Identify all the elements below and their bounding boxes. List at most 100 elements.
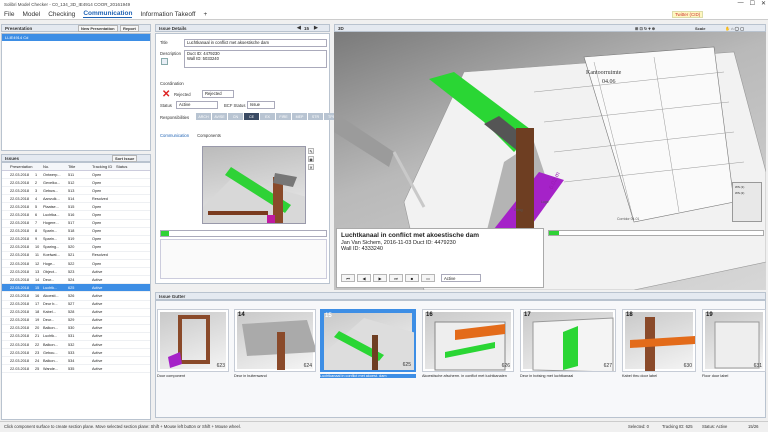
table-row[interactable]: 22.03.2018 16 Akoesti... 526 Active <box>2 292 150 301</box>
menu-model[interactable]: Model <box>22 11 40 18</box>
table-row[interactable]: 22.03.2018 21 Luchtk... 531 Active <box>2 333 150 341</box>
issue-title-input[interactable]: Luchtkanaal in conflict met akoestische … <box>184 39 327 47</box>
tab-components[interactable]: Components <box>197 133 221 138</box>
scale-label[interactable]: Scale <box>695 26 705 31</box>
new-presentation-button[interactable]: New Presentation <box>78 25 118 32</box>
minimize-button[interactable]: — <box>738 0 744 7</box>
gutter-item[interactable]: 19 631 <box>702 309 766 372</box>
table-row[interactable]: 22.03.2018 1 Ontwerp... 511 Open <box>2 171 150 180</box>
col-tracking[interactable]: Tracking ID <box>92 164 116 169</box>
table-row[interactable]: 22.03.2018 4 Aanvulk... 514 Resolved <box>2 195 150 204</box>
view3d-right-icons[interactable]: ✋ ⌂ ◯ ▢ <box>725 26 744 31</box>
description-input[interactable]: Duct ID: 4479230 Wall ID: 5033240 <box>184 50 327 68</box>
table-cell: Open <box>92 221 102 226</box>
table-row[interactable]: 22.03.2018 18 Kabel... 528 Active <box>2 309 150 317</box>
prev-icon[interactable]: ◀ <box>357 274 371 282</box>
gutter-thumbnail <box>434 321 506 371</box>
responsibility-chip[interactable]: EX <box>260 113 275 120</box>
title-bar: Solibri Model Checker - C0_134_3D_IE4914… <box>0 0 768 9</box>
table-cell: 517 <box>68 221 75 226</box>
next-issue-icon[interactable]: ▶ <box>314 25 318 31</box>
table-row[interactable]: 22.03.2018 5 Plaatse... 515 Open <box>2 203 150 212</box>
table-row[interactable]: 22.03.2018 22 Balkon... 532 Active <box>2 341 150 350</box>
gutter-item[interactable]: 14 624 <box>234 309 316 372</box>
table-row[interactable]: 22.03.2018 11 Koelwat... 521 Resolved <box>2 252 150 261</box>
table-row[interactable]: 22.03.2018 23 Gebou... 533 Active <box>2 349 150 358</box>
menu-information-takeoff[interactable]: Information Takeoff <box>140 11 195 18</box>
responsibility-chip[interactable]: CN <box>228 113 243 120</box>
table-row[interactable]: 22.03.2018 17 Deur b... 527 Active <box>2 301 150 309</box>
first-issue-icon[interactable]: ⏮ <box>341 274 355 282</box>
col-no[interactable]: No. <box>40 164 68 169</box>
view3d-toolbar-icons[interactable]: ⊞ ⊡ ↻ ⌖ ⊕ <box>635 26 655 31</box>
sort-issue-button[interactable]: Sort Issue <box>112 155 138 162</box>
menu-checking[interactable]: Checking <box>48 11 75 18</box>
status-select[interactable]: Active <box>176 101 218 109</box>
table-row[interactable]: 22.03.2018 13 Object... 523 Active <box>2 268 150 277</box>
menu-file[interactable]: File <box>4 11 14 18</box>
table-row[interactable]: 22.03.2018 8 Sparin... 518 Open <box>2 228 150 236</box>
picture-icon[interactable] <box>161 58 168 65</box>
gutter-item[interactable]: 15 625 <box>320 309 416 372</box>
gutter-item[interactable]: 17 627 <box>520 309 616 372</box>
tab-communication[interactable]: Communication <box>160 133 189 138</box>
col-title[interactable]: Title <box>68 164 92 169</box>
presentation-item[interactable]: LLIE4914 Cd <box>2 34 150 41</box>
screen-icon[interactable]: ▭ <box>421 274 435 282</box>
edit-icon[interactable]: ✎ <box>308 148 314 154</box>
menu-communication[interactable]: Communication <box>83 10 133 18</box>
table-row[interactable]: 22.03.2018 7 Hogere... 517 Open <box>2 220 150 228</box>
gutter-item-caption: Deur in buitenwand <box>234 374 267 378</box>
table-row[interactable]: 22.03.2018 25 Wande... 535 Active <box>2 365 150 374</box>
viewport-3d[interactable]: Kantoorruimte 04.06 6.02 m Loge Gang Cor… <box>334 32 766 290</box>
overlay-status-select[interactable]: Active <box>441 274 481 282</box>
responsibility-chip[interactable]: ARCH <box>196 113 211 120</box>
rejected-select[interactable]: Rejected <box>202 90 234 98</box>
table-row[interactable]: 22.03.2018 10 Sparing... 520 Open <box>2 244 150 252</box>
table-row[interactable]: 22.03.2018 6 Luchtka... 516 Open <box>2 211 150 220</box>
table-row[interactable]: 22.03.2018 19 Deur... 529 Active <box>2 317 150 325</box>
gutter-item-count: 625 <box>402 362 411 368</box>
issue-snapshot[interactable] <box>202 146 306 224</box>
table-cell: Gevelko... <box>43 180 61 185</box>
report-button[interactable]: Report <box>120 25 139 32</box>
maximize-button[interactable]: ☐ <box>750 0 755 7</box>
responsibility-chip[interactable]: MEP <box>292 113 307 120</box>
comment-input[interactable] <box>160 230 327 237</box>
play-icon[interactable]: ▶ <box>373 274 387 282</box>
table-row[interactable]: 22.03.2018 2 Gevelko... 512 Open <box>2 179 150 188</box>
delete-icon[interactable]: ✕ <box>308 164 314 170</box>
camera-icon[interactable]: ◉ <box>308 156 314 162</box>
issues-table-header: Presentation No. Title Tracking ID Statu… <box>2 163 150 171</box>
gutter-item[interactable]: 623 <box>157 309 229 372</box>
table-row[interactable]: 22.03.2018 9 Sparin... 519 Open <box>2 236 150 244</box>
table-cell: Open <box>92 204 102 209</box>
col-status[interactable]: Status <box>116 164 134 169</box>
responsibility-chip[interactable]: FIRE <box>276 113 291 120</box>
table-cell: Luchtka... <box>43 213 60 218</box>
table-row[interactable]: 22.03.2018 14 Deur... 524 Active <box>2 276 150 285</box>
table-cell: 22.03.2018 <box>10 358 30 363</box>
responsibility-chip[interactable]: STR <box>308 113 323 120</box>
col-presentation[interactable]: Presentation <box>2 164 35 169</box>
stop-icon[interactable]: ■ <box>405 274 419 282</box>
table-row[interactable]: 22.03.2018 20 Balkon... 530 Active <box>2 325 150 333</box>
overlay-comment-bar[interactable] <box>548 230 764 236</box>
bcf-status-select[interactable]: Issue <box>247 101 275 109</box>
table-row[interactable]: 22.03.2018 3 Gebuw... 513 Open <box>2 187 150 196</box>
responsibility-chip[interactable]: CE <box>244 113 259 120</box>
prev-issue-icon[interactable]: ◀ <box>297 25 301 31</box>
twitter-badge[interactable]: Twitter (CID) <box>672 11 704 18</box>
menu-bar: File Model Checking Communication Inform… <box>0 9 768 20</box>
table-row[interactable]: 22.03.2018 15 Luchtk... 625 Active <box>2 284 150 293</box>
navigation-cube[interactable]: WS (1) WS (2) <box>732 182 762 222</box>
table-row[interactable]: 22.03.2018 12 Hoge... 522 Open <box>2 260 150 269</box>
gutter-item[interactable]: 16 626 <box>422 309 514 372</box>
close-button[interactable]: ✕ <box>761 0 766 7</box>
add-tab-button[interactable]: + <box>203 11 207 18</box>
gutter-item[interactable]: 18 630 <box>622 309 696 372</box>
table-row[interactable]: 22.03.2018 24 Balkon... 534 Active <box>2 357 150 366</box>
next-icon[interactable]: ⏭ <box>389 274 403 282</box>
plan-number: 04.06 <box>602 79 616 85</box>
responsibility-chip[interactable]: AV/SE <box>212 113 227 120</box>
